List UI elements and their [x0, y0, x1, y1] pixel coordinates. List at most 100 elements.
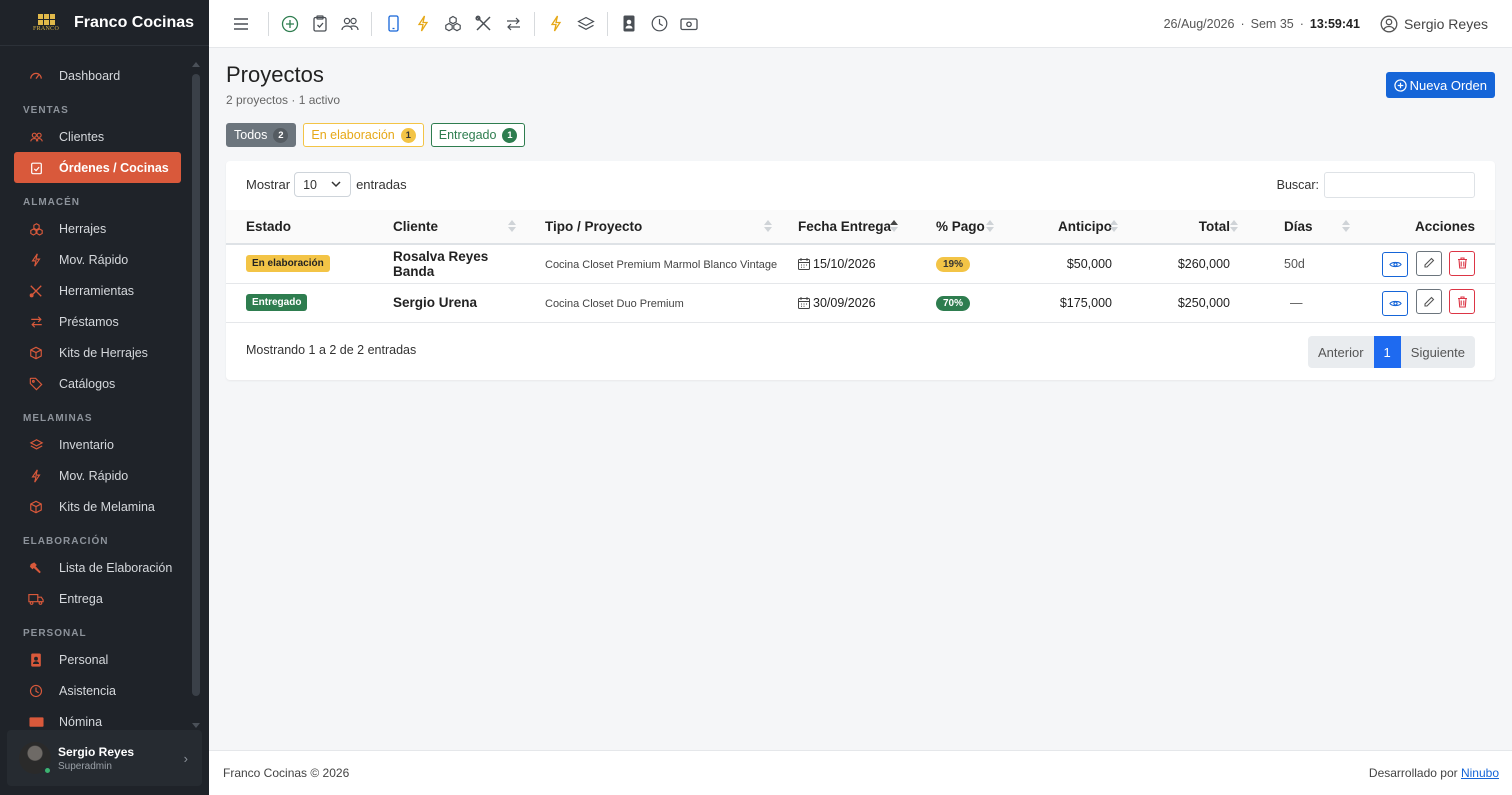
col-cliente[interactable]: Cliente	[373, 210, 524, 245]
toolbar-divider	[268, 11, 269, 36]
brand-logo: FRANCO	[33, 8, 59, 38]
lightning-icon[interactable]	[541, 9, 571, 39]
advance-amount: $175,000	[1059, 295, 1112, 310]
mobile-icon[interactable]	[378, 9, 408, 39]
filter-entregado[interactable]: Entregado 1	[430, 123, 526, 147]
sidebar-item-ordenes[interactable]: Órdenes / Cocinas	[14, 152, 181, 183]
new-order-label: Nueva Orden	[1409, 77, 1487, 93]
layers-icon[interactable]	[571, 9, 601, 39]
col-pago[interactable]: % Pago	[906, 210, 1002, 245]
clipboard-icon	[28, 160, 44, 176]
badge-icon[interactable]	[614, 9, 644, 39]
brand[interactable]: FRANCO Franco Cocinas	[0, 0, 209, 46]
client-name: Rosalva Reyes Banda	[393, 248, 489, 279]
filter-todos[interactable]: Todos 2	[226, 123, 297, 147]
clock-icon	[28, 683, 44, 699]
col-estado[interactable]: Estado	[226, 210, 373, 245]
current-date: 26/Aug/2026	[1163, 17, 1235, 31]
users-icon[interactable]	[335, 9, 365, 39]
tools-icon[interactable]	[468, 9, 498, 39]
sidebar-item-nomina[interactable]: Nómina	[14, 706, 181, 728]
tag-icon	[28, 376, 44, 392]
sidebar-item-catalogos[interactable]: Catálogos	[14, 368, 181, 399]
pagination-next[interactable]: Siguiente	[1401, 336, 1475, 368]
clock-icon[interactable]	[644, 9, 674, 39]
sidebar-item-dashboard[interactable]: Dashboard	[14, 60, 181, 91]
pencil-icon	[1423, 257, 1434, 268]
payment-percent-badge: 19%	[936, 256, 971, 272]
scrollbar-thumb[interactable]	[192, 74, 200, 696]
arrows-icon[interactable]	[498, 9, 528, 39]
sidebar-item-mov-rapido[interactable]: Mov. Rápido	[14, 244, 181, 275]
status-filters: Todos 2 En elaboración 1 Entregado 1	[226, 123, 526, 147]
scroll-down-icon[interactable]	[192, 723, 200, 728]
pagination-page-1[interactable]: 1	[1373, 336, 1401, 368]
boxes-icon	[28, 221, 44, 237]
status-badge: Entregado	[246, 294, 308, 311]
topbar-status: 26/Aug/2026 · Sem 35 · 13:59:41 Sergio R…	[1164, 0, 1488, 48]
sidebar-item-clientes[interactable]: Clientes	[14, 121, 181, 152]
footer-dev-link[interactable]: Ninubo	[1461, 766, 1499, 780]
sidebar-scrollbar[interactable]	[192, 62, 200, 728]
table-row[interactable]: Entregado Sergio Urena Cocina Closet Duo…	[226, 283, 1495, 323]
brand-name: Franco Cocinas	[74, 13, 195, 31]
sidebar-section-ventas: VENTAS	[23, 105, 69, 116]
delete-button[interactable]	[1449, 250, 1475, 276]
sort-icon	[986, 220, 994, 234]
view-button[interactable]	[1382, 290, 1409, 316]
scroll-up-icon[interactable]	[192, 62, 200, 67]
lightning-icon	[28, 468, 44, 484]
search-label: Buscar:	[1276, 178, 1319, 192]
clipboard-icon[interactable]	[305, 9, 335, 39]
sidebar-item-herramientas[interactable]: Herramientas	[14, 275, 181, 306]
delivery-date: 30/09/2026	[813, 295, 876, 310]
topbar-user-menu[interactable]: Sergio Reyes	[1380, 15, 1488, 33]
box-icon	[28, 499, 44, 515]
search-input[interactable]	[1324, 172, 1475, 198]
col-total[interactable]: Total	[1126, 210, 1246, 245]
calendar-icon	[798, 257, 810, 270]
sidebar-user-card[interactable]: Sergio Reyes Superadmin ›	[7, 730, 202, 786]
sidebar-item-lista-elaboracion[interactable]: Lista de Elaboración	[14, 552, 181, 583]
projects-card: Mostrar 10 entradas Buscar: Estado Clien…	[226, 161, 1495, 380]
cash-icon[interactable]	[674, 9, 704, 39]
sidebar-item-inventario[interactable]: Inventario	[14, 429, 181, 460]
footer-credits: Desarrollado por Ninubo	[1368, 766, 1499, 780]
sidebar-item-herrajes[interactable]: Herrajes	[14, 213, 181, 244]
new-order-button[interactable]: Nueva Orden	[1385, 72, 1495, 98]
view-button[interactable]	[1382, 252, 1409, 277]
sidebar-section-elaboracion: ELABORACIÓN	[23, 536, 109, 547]
boxes-icon[interactable]	[438, 9, 468, 39]
sidebar-item-kits-herrajes[interactable]: Kits de Herrajes	[14, 337, 181, 368]
add-order-icon[interactable]	[275, 9, 305, 39]
status-badge: En elaboración	[246, 255, 330, 273]
col-fecha[interactable]: Fecha Entrega	[780, 210, 906, 245]
menu-toggle-icon[interactable]	[226, 9, 256, 39]
chevron-right-icon[interactable]: ›	[184, 751, 188, 766]
table-row[interactable]: En elaboración Rosalva Reyes Banda Cocin…	[226, 244, 1495, 284]
sidebar-item-personal[interactable]: Personal	[14, 644, 181, 675]
sidebar-item-mov-rapido-melamina[interactable]: Mov. Rápido	[14, 460, 181, 491]
col-tipo[interactable]: Tipo / Proyecto	[524, 210, 780, 245]
chevron-down-icon	[331, 181, 341, 188]
col-anticipo[interactable]: Anticipo	[1002, 210, 1126, 245]
delete-button[interactable]	[1449, 289, 1475, 315]
truck-icon	[28, 591, 44, 607]
lightning-icon[interactable]	[408, 9, 438, 39]
page-length-select[interactable]: 10	[294, 172, 352, 197]
edit-button[interactable]	[1415, 250, 1442, 276]
filter-en-elaboracion[interactable]: En elaboración 1	[303, 123, 424, 147]
sidebar-item-entrega[interactable]: Entrega	[14, 583, 181, 614]
sidebar-item-kits-melamina[interactable]: Kits de Melamina	[14, 491, 181, 522]
plus-circle-icon	[1393, 78, 1407, 92]
pagination-prev[interactable]: Anterior	[1308, 336, 1374, 368]
box-icon	[28, 345, 44, 361]
cash-icon	[28, 714, 44, 729]
sidebar-item-asistencia[interactable]: Asistencia	[14, 675, 181, 706]
sidebar-section-almacen: ALMACÉN	[23, 197, 80, 208]
footer: Franco Cocinas © 2026 Desarrollado por N…	[209, 750, 1512, 795]
sidebar-item-prestamos[interactable]: Préstamos	[14, 306, 181, 337]
col-dias[interactable]: Días	[1246, 210, 1358, 245]
edit-button[interactable]	[1415, 289, 1442, 315]
arrows-icon	[28, 314, 44, 330]
